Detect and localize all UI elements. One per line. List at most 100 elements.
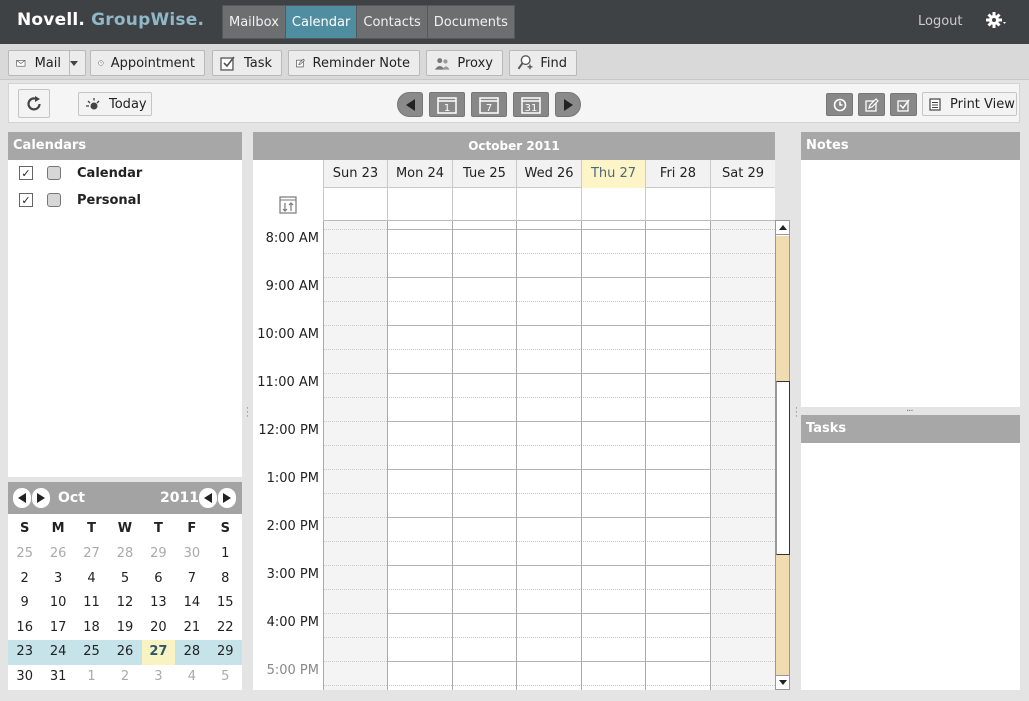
new-appointment-quick-button[interactable] [826, 93, 853, 116]
find-button[interactable]: Find [509, 50, 577, 76]
appointment-label: Appointment [110, 55, 195, 71]
mini-calendar-day[interactable]: 27 [75, 542, 108, 567]
scroll-thumb[interactable] [776, 381, 790, 555]
mini-calendar-day[interactable]: 16 [8, 616, 41, 641]
day-header-sat-29[interactable]: Sat 29 [710, 160, 775, 188]
mini-calendar-day[interactable]: 19 [108, 616, 141, 641]
mini-calendar-day[interactable]: 18 [75, 616, 108, 641]
mini-calendar-day[interactable]: 3 [41, 567, 74, 592]
settings-gear-icon[interactable] [985, 10, 1009, 32]
mini-prev-year-button[interactable] [199, 488, 217, 508]
mini-calendar-day[interactable]: 31 [41, 665, 74, 690]
previous-week-button[interactable] [397, 92, 423, 117]
mini-calendar-day[interactable]: 6 [142, 567, 175, 592]
left-splitter-handle[interactable]: · · · [246, 405, 249, 422]
tab-documents[interactable]: Documents [426, 5, 515, 39]
day-header-mon-24[interactable]: Mon 24 [387, 160, 452, 188]
right-splitter-handle[interactable]: · · · [795, 405, 798, 422]
new-note-quick-button[interactable] [858, 93, 885, 116]
calendar-color-swatch[interactable] [47, 166, 61, 180]
mini-next-year-button[interactable] [218, 488, 236, 508]
reminder-note-button[interactable]: Reminder Note [288, 50, 420, 76]
scroll-down-arrow-icon[interactable] [776, 675, 789, 689]
allday-column-divider [452, 188, 453, 221]
scroll-track-lower[interactable] [776, 555, 789, 675]
mini-calendar-day[interactable]: 21 [175, 616, 208, 641]
mini-calendar-day[interactable]: 4 [75, 567, 108, 592]
print-view-button[interactable]: Print View [922, 92, 1017, 116]
month-view-button[interactable]: 31 [513, 92, 549, 117]
mini-calendar-day[interactable]: 13 [142, 591, 175, 616]
mini-calendar-day[interactable]: 11 [75, 591, 108, 616]
mini-calendar-day[interactable]: 2 [108, 665, 141, 690]
task-button[interactable]: Task [212, 50, 282, 76]
mini-calendar-day[interactable]: 23 [8, 640, 42, 665]
appointment-button[interactable]: Appointment [90, 50, 205, 76]
refresh-button[interactable] [18, 89, 50, 118]
mini-calendar-day[interactable]: 26 [41, 542, 74, 567]
mini-prev-month-button[interactable] [13, 488, 31, 508]
tab-mailbox[interactable]: Mailbox [222, 5, 285, 39]
scroll-up-arrow-icon[interactable] [776, 221, 789, 235]
expand-all-day-icon[interactable] [279, 196, 297, 214]
tab-contacts[interactable]: Contacts [356, 5, 427, 39]
mini-calendar-day[interactable]: 1 [75, 665, 108, 690]
mini-calendar-day[interactable]: 8 [209, 567, 242, 592]
day-header-sun-23[interactable]: Sun 23 [323, 160, 387, 188]
calendar-checkbox[interactable]: ✓ [19, 193, 33, 207]
mini-calendar-day[interactable]: 30 [175, 542, 208, 567]
mini-calendar-day[interactable]: 28 [108, 542, 141, 567]
mini-calendar-day[interactable]: 28 [175, 640, 209, 665]
week-view-button[interactable]: 7 [471, 92, 507, 117]
mini-calendar-day[interactable]: 7 [175, 567, 208, 592]
mail-button[interactable]: Mail [8, 50, 86, 76]
mini-calendar-day[interactable]: 29 [208, 640, 242, 665]
mini-calendar-day[interactable]: 4 [175, 665, 208, 690]
time-grid[interactable]: 8:00 AM 9:00 AM 10:00 AM 11:00 AM 12:00 PM 1:… [253, 221, 775, 690]
mail-icon [16, 60, 26, 67]
week-view-scrollbar[interactable] [775, 220, 790, 690]
day-view-button[interactable]: 1 [429, 92, 465, 117]
calendar-color-swatch[interactable] [47, 193, 61, 207]
next-week-button[interactable] [555, 92, 581, 117]
mini-calendar-day[interactable]: 30 [8, 665, 41, 690]
mini-calendar-day[interactable]: 15 [209, 591, 242, 616]
mail-dropdown-chevron-down-icon[interactable] [69, 51, 85, 75]
tab-calendar[interactable]: Calendar [284, 5, 357, 39]
calendar-checkbox[interactable]: ✓ [19, 166, 33, 180]
all-day-row[interactable] [323, 188, 775, 221]
mini-calendar-day[interactable]: 24 [41, 640, 75, 665]
proxy-button[interactable]: Proxy [426, 50, 503, 76]
mini-calendar-day[interactable]: 12 [108, 591, 141, 616]
mini-calendar-day[interactable]: 20 [142, 616, 175, 641]
day-header-fri-28[interactable]: Fri 28 [645, 160, 710, 188]
day-header-wed-26[interactable]: Wed 26 [516, 160, 581, 188]
calendar-item-calendar[interactable]: ✓ Calendar [19, 163, 142, 183]
mini-calendar-day[interactable]: 17 [41, 616, 74, 641]
mini-calendar-day[interactable]: 25 [74, 640, 109, 665]
mini-calendar-day[interactable]: 25 [8, 542, 41, 567]
mini-calendar-day[interactable]: 2 [8, 567, 41, 592]
mini-calendar-day[interactable]: 22 [209, 616, 242, 641]
mini-calendar-day[interactable]: 14 [175, 591, 208, 616]
users-proxy-icon [434, 57, 450, 70]
calendar-item-personal[interactable]: ✓ Personal [19, 190, 141, 210]
time-label: 9:00 AM [265, 279, 319, 294]
today-button[interactable]: Today [78, 92, 152, 116]
day-header-tue-25[interactable]: Tue 25 [452, 160, 516, 188]
mini-calendar-day[interactable]: 26 [108, 640, 142, 665]
mini-calendar-day[interactable]: 5 [209, 665, 242, 690]
mini-calendar-day[interactable]: 29 [142, 542, 175, 567]
mini-calendar-day[interactable]: 1 [209, 542, 242, 567]
mini-calendar-day[interactable]: 5 [108, 567, 141, 592]
mini-calendar-day[interactable]: 10 [41, 591, 74, 616]
mini-calendar-day[interactable]: 9 [8, 591, 41, 616]
logout-link[interactable]: Logout [918, 14, 963, 29]
half-hour-line [387, 349, 710, 350]
mini-calendar-day[interactable]: 3 [142, 665, 175, 690]
day-header-thu-27[interactable]: Thu 27 [581, 160, 645, 188]
mini-next-month-button[interactable] [32, 488, 50, 508]
scroll-track-upper[interactable] [776, 236, 789, 381]
mini-calendar-day[interactable]: 27 [141, 640, 176, 665]
new-task-quick-button[interactable] [890, 93, 917, 116]
